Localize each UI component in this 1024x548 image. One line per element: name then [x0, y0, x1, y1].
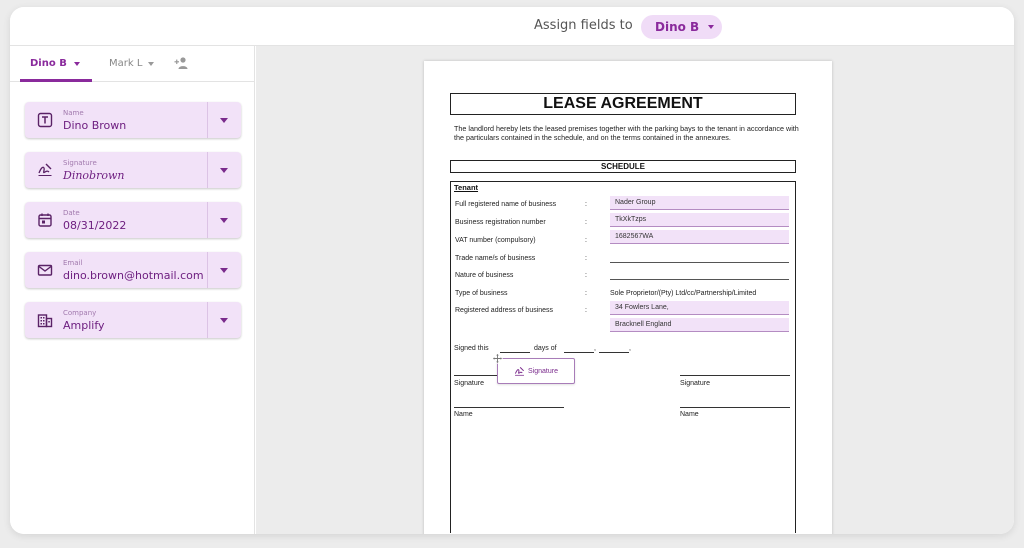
row-label: Business registration number	[455, 219, 546, 226]
building-icon	[37, 314, 53, 328]
field-dropdown-button[interactable]	[207, 302, 241, 338]
filled-field-address-line-1[interactable]: 34 Fowlers Lane,	[610, 301, 789, 315]
filled-field-address-line-2[interactable]: Bracknell England	[610, 318, 789, 332]
field-value: Amplify	[63, 319, 105, 332]
field-value: dino.brown@hotmail.com	[63, 269, 204, 282]
field-email[interactable]: Email dino.brown@hotmail.com	[25, 252, 241, 288]
blank-line	[610, 279, 789, 280]
filled-field-business-name[interactable]: Nader Group	[610, 196, 789, 210]
blank-line	[599, 352, 629, 353]
document-page[interactable]: LEASE AGREEMENT The landlord hereby lets…	[424, 61, 832, 534]
field-dropdown-button[interactable]	[207, 102, 241, 138]
filled-field-registration-number[interactable]: TkXkTzps	[610, 213, 789, 227]
row-label: Trade name/s of business	[455, 255, 536, 262]
field-label: Date	[63, 209, 80, 217]
signature-value: Dinobrown	[63, 169, 125, 182]
row-colon: :	[585, 307, 587, 314]
row-colon: :	[585, 272, 587, 279]
field-label: Email	[63, 259, 83, 267]
envelope-icon	[37, 264, 53, 276]
assign-fields-label: Assign fields to	[534, 18, 633, 33]
caret-down-icon	[220, 267, 228, 273]
blank-line	[500, 352, 530, 353]
comma: ,	[629, 345, 631, 352]
signature-icon	[38, 163, 52, 176]
row-colon: :	[585, 219, 587, 226]
caret-down-icon	[73, 61, 80, 66]
tab-mark-l[interactable]: Mark L	[109, 58, 155, 69]
row-label: VAT number (compulsory)	[455, 237, 536, 244]
caret-down-icon	[220, 167, 228, 173]
caret-down-icon	[148, 61, 155, 66]
active-tab-indicator	[20, 79, 92, 82]
field-value: Dino Brown	[63, 119, 127, 132]
field-dropdown-button[interactable]	[207, 202, 241, 238]
field-name[interactable]: Name Dino Brown	[25, 102, 241, 138]
caret-down-icon	[220, 317, 228, 323]
field-date[interactable]: Date 08/31/2022	[25, 202, 241, 238]
signature-icon	[514, 366, 525, 376]
caret-down-icon	[220, 117, 228, 123]
name-label-left: Name	[454, 411, 473, 418]
row-label: Full registered name of business	[455, 201, 557, 208]
document-title: LEASE AGREEMENT	[450, 93, 796, 115]
field-dropdown-button[interactable]	[207, 152, 241, 188]
field-label: Company	[63, 309, 97, 317]
field-label: Name	[63, 109, 84, 117]
signature-label-right: Signature	[680, 380, 710, 387]
tab-dino-b[interactable]: Dino B	[30, 58, 80, 69]
move-cursor-icon[interactable]	[492, 353, 503, 364]
row-label: Type of business	[455, 290, 508, 297]
row-label: Registered address of business	[455, 307, 554, 314]
row-colon: :	[585, 237, 587, 244]
tenant-heading: Tenant	[454, 183, 479, 192]
name-line-left	[454, 407, 564, 408]
blank-line	[610, 262, 789, 263]
days-of-text: days of	[534, 345, 557, 352]
field-company[interactable]: Company Amplify	[25, 302, 241, 338]
text-field-icon	[37, 112, 53, 128]
app-window: Assign fields to Dino B Dino B Mark L Na…	[10, 7, 1014, 534]
field-label: Signature	[63, 159, 97, 167]
caret-down-icon	[220, 217, 228, 223]
fields-sidebar: Dino B Mark L Name Dino Brown Signature …	[10, 46, 255, 534]
row-colon: :	[585, 290, 587, 297]
signature-line-right	[680, 375, 790, 376]
placed-signature-field[interactable]: Signature	[497, 358, 575, 384]
document-canvas[interactable]: LEASE AGREEMENT The landlord hereby lets…	[256, 46, 1014, 534]
signature-label-left: Signature	[454, 380, 484, 387]
name-line-right	[680, 407, 790, 408]
field-dropdown-button[interactable]	[207, 252, 241, 288]
calendar-icon	[38, 213, 52, 227]
tab-label: Mark L	[109, 58, 143, 69]
caret-down-icon	[708, 25, 715, 29]
filled-field-vat-number[interactable]: 1682567WA	[610, 230, 789, 244]
comma: ,	[594, 345, 596, 352]
add-user-icon[interactable]	[174, 56, 190, 70]
tab-label: Dino B	[30, 58, 67, 69]
blank-line	[564, 352, 594, 353]
signer-tabs: Dino B Mark L	[10, 46, 255, 82]
intro-paragraph: The landlord hereby lets the leased prem…	[454, 124, 799, 143]
name-label-right: Name	[680, 411, 699, 418]
assignee-dropdown[interactable]: Dino B	[641, 15, 722, 39]
field-signature[interactable]: Signature Dinobrown	[25, 152, 241, 188]
schedule-heading: SCHEDULE	[450, 160, 796, 173]
row-colon: :	[585, 255, 587, 262]
signature-field-label: Signature	[528, 367, 558, 375]
business-type-options: Sole Proprietor/(Pty) Ltd/cc/Partnership…	[610, 290, 757, 297]
top-bar: Assign fields to Dino B	[10, 7, 1014, 46]
row-label: Nature of business	[455, 272, 514, 279]
signed-this-text: Signed this	[454, 345, 489, 352]
assignee-name: Dino B	[655, 20, 700, 34]
row-colon: :	[585, 201, 587, 208]
field-value: 08/31/2022	[63, 219, 127, 232]
